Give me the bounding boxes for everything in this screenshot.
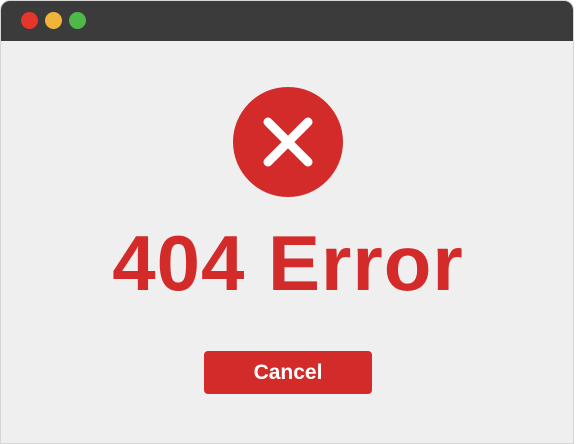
error-icon — [233, 87, 343, 197]
error-title: 404 Error — [112, 219, 464, 307]
maximize-window-button[interactable] — [69, 12, 86, 29]
app-window: 404 Error Cancel — [0, 0, 574, 444]
cancel-button[interactable]: Cancel — [204, 351, 372, 394]
title-bar — [1, 1, 573, 41]
close-x-icon — [263, 117, 313, 167]
minimize-window-button[interactable] — [45, 12, 62, 29]
close-window-button[interactable] — [21, 12, 38, 29]
